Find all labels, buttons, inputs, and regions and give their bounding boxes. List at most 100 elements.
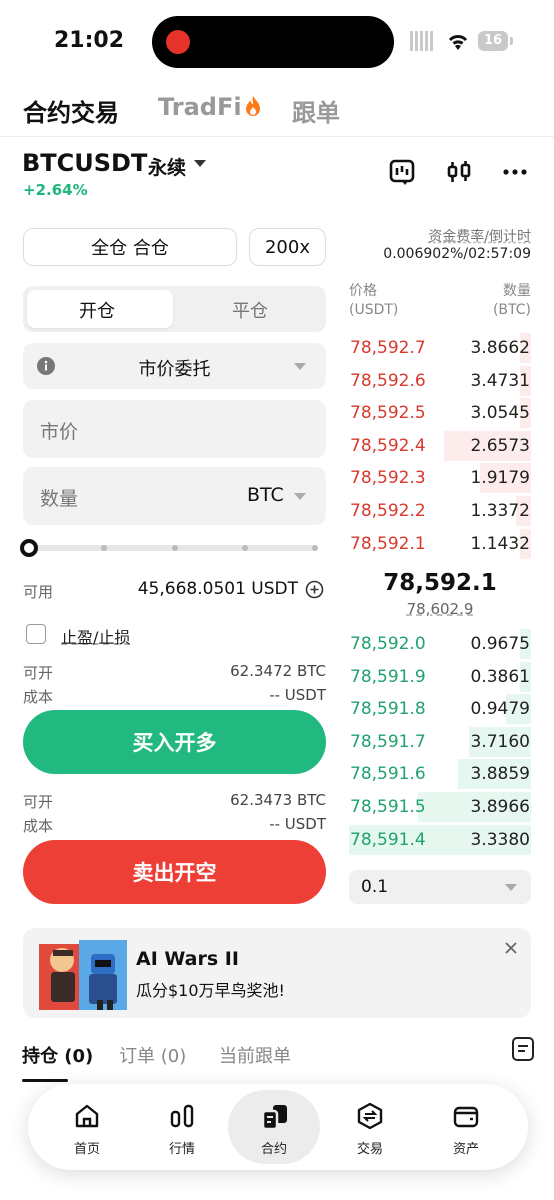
bid-row[interactable]: 78,591.5 3.8966 (349, 791, 531, 823)
wallet-icon (453, 1106, 479, 1128)
ask-row[interactable]: 78,592.2 1.3372 (349, 495, 531, 527)
funding-label[interactable]: 资金费率/倒计时 (330, 226, 531, 246)
bid-qty: 3.8966 (470, 797, 530, 817)
precision-value: 0.1 (361, 877, 389, 897)
futures-icon (261, 1105, 287, 1131)
status-bar: 21:02 16 (0, 0, 554, 82)
tab-open[interactable]: 开仓 (79, 297, 115, 323)
home-icon (75, 1104, 99, 1128)
nav-futures-label: 合约 (260, 1142, 287, 1157)
more-icon[interactable] (499, 156, 531, 188)
bottom-nav: 首页 行情 合约 交易 资产 (28, 1084, 528, 1170)
ask-row[interactable]: 78,592.4 2.6573 (349, 430, 531, 462)
ask-price: 78,592.5 (350, 403, 426, 424)
ask-qty: 1.1432 (470, 533, 530, 554)
quantity-input[interactable]: 数量 BTC (23, 467, 326, 525)
recording-indicator-icon (166, 30, 190, 54)
order-type-select[interactable]: 市价委托 (23, 343, 326, 389)
bid-row[interactable]: 78,591.8 0.9479 (349, 693, 531, 725)
open-close-toggle: 开仓 平仓 (23, 286, 326, 332)
tab-tradfi[interactable]: TradFi (158, 93, 262, 121)
bid-row[interactable]: 78,591.4 3.3380 (349, 824, 531, 856)
market-icon (170, 1104, 194, 1128)
price-input[interactable]: 市价 (23, 400, 326, 458)
tab-tradfi-label: TradFi (158, 93, 242, 121)
cellular-signal-icon (410, 31, 434, 51)
slider-tick[interactable] (101, 545, 107, 551)
quantity-slider-handle[interactable] (20, 539, 38, 557)
wifi-icon (448, 35, 468, 50)
ask-row[interactable]: 78,592.5 3.0545 (349, 397, 531, 429)
chevron-down-icon (505, 884, 517, 891)
sell-open-value: 62.3473 BTC (230, 791, 326, 809)
nav-home-label: 首页 (73, 1142, 100, 1157)
promo-banner[interactable]: AI Wars II 瓜分$10万早鸟奖池! (23, 928, 531, 1018)
ask-row[interactable]: 78,592.3 1.9179 (349, 462, 531, 494)
leverage-button[interactable]: 200x (249, 228, 326, 266)
available-value: 45,668.0501 USDT (137, 579, 298, 599)
bid-qty: 3.7160 (470, 731, 530, 752)
chevron-down-icon[interactable] (294, 493, 306, 500)
symbol-name[interactable]: BTCUSDT (22, 149, 147, 177)
ask-price: 78,592.1 (350, 533, 426, 554)
bid-row[interactable]: 78,591.7 3.7160 (349, 726, 531, 758)
nav-assets[interactable]: 资产 (420, 1084, 512, 1170)
sell-open-label: 可开 (23, 793, 54, 811)
nav-market[interactable]: 行情 (136, 1084, 228, 1170)
dynamic-island (152, 16, 394, 68)
buy-cost-value: -- USDT (269, 686, 326, 704)
nav-trade[interactable]: 交易 (324, 1084, 416, 1170)
bid-qty: 0.9479 (470, 699, 530, 720)
available-label: 可用 (23, 583, 54, 601)
tab-current-copy[interactable]: 当前跟单 (219, 1042, 291, 1068)
tab-futures[interactable]: 合约交易 (23, 93, 119, 128)
ask-row[interactable]: 78,592.7 3.8662 (349, 332, 531, 364)
sell-short-button[interactable]: 卖出开空 (23, 840, 326, 904)
ask-price: 78,592.4 (350, 435, 426, 456)
divider (0, 136, 554, 137)
slider-tick[interactable] (172, 545, 178, 551)
battery-icon: 16 (478, 31, 513, 51)
add-circle-icon[interactable] (305, 580, 324, 599)
document-icon[interactable] (511, 1036, 535, 1062)
buy-long-button[interactable]: 买入开多 (23, 710, 326, 774)
price-change: +2.64% (23, 181, 88, 199)
bid-price: 78,591.9 (350, 666, 426, 687)
quantity-unit-select[interactable]: BTC (247, 484, 284, 506)
price-placeholder: 市价 (40, 421, 79, 443)
ask-row[interactable]: 78,592.6 3.4731 (349, 365, 531, 397)
price-header-unit: (USDT) (349, 302, 399, 318)
ask-price: 78,592.7 (350, 338, 426, 358)
banner-title: AI Wars II (136, 948, 239, 970)
tab-orders[interactable]: 订单 (0) (119, 1042, 186, 1068)
bid-row[interactable]: 78,591.6 3.8859 (349, 758, 531, 790)
sell-cost-label: 成本 (23, 817, 54, 835)
nav-futures[interactable]: 合约 (228, 1090, 320, 1164)
slider-tick[interactable] (312, 545, 318, 551)
ask-qty: 1.9179 (470, 468, 530, 489)
tab-positions[interactable]: 持仓 (0) (22, 1042, 93, 1068)
bid-row[interactable]: 78,592.0 0.9675 (349, 628, 531, 660)
trade-icon (357, 1102, 383, 1130)
bid-row[interactable]: 78,591.9 0.3861 (349, 661, 531, 693)
mark-price[interactable]: 78,602.9 (349, 600, 531, 618)
tpsl-label[interactable]: 止盈/止损 (61, 624, 130, 648)
ask-qty: 3.8662 (470, 338, 530, 358)
contract-type[interactable]: 永续 (148, 153, 186, 180)
precision-select[interactable]: 0.1 (349, 870, 531, 904)
slider-tick[interactable] (242, 545, 248, 551)
close-icon[interactable] (505, 942, 517, 954)
nav-home[interactable]: 首页 (41, 1084, 133, 1170)
chevron-down-icon[interactable] (194, 160, 206, 167)
candlestick-icon[interactable] (443, 156, 475, 188)
tab-copy-trading[interactable]: 跟单 (292, 93, 340, 128)
margin-mode-button[interactable]: 全仓 合仓 (23, 228, 237, 266)
chart-settings-icon[interactable] (386, 156, 418, 188)
buy-open-value: 62.3472 BTC (230, 662, 326, 680)
chevron-down-icon (294, 363, 306, 370)
price-header: 价格 (349, 283, 377, 299)
bid-qty: 0.9675 (470, 634, 530, 654)
tpsl-checkbox[interactable] (26, 624, 46, 644)
ask-row[interactable]: 78,592.1 1.1432 (349, 528, 531, 560)
tab-close[interactable]: 平仓 (232, 297, 268, 323)
